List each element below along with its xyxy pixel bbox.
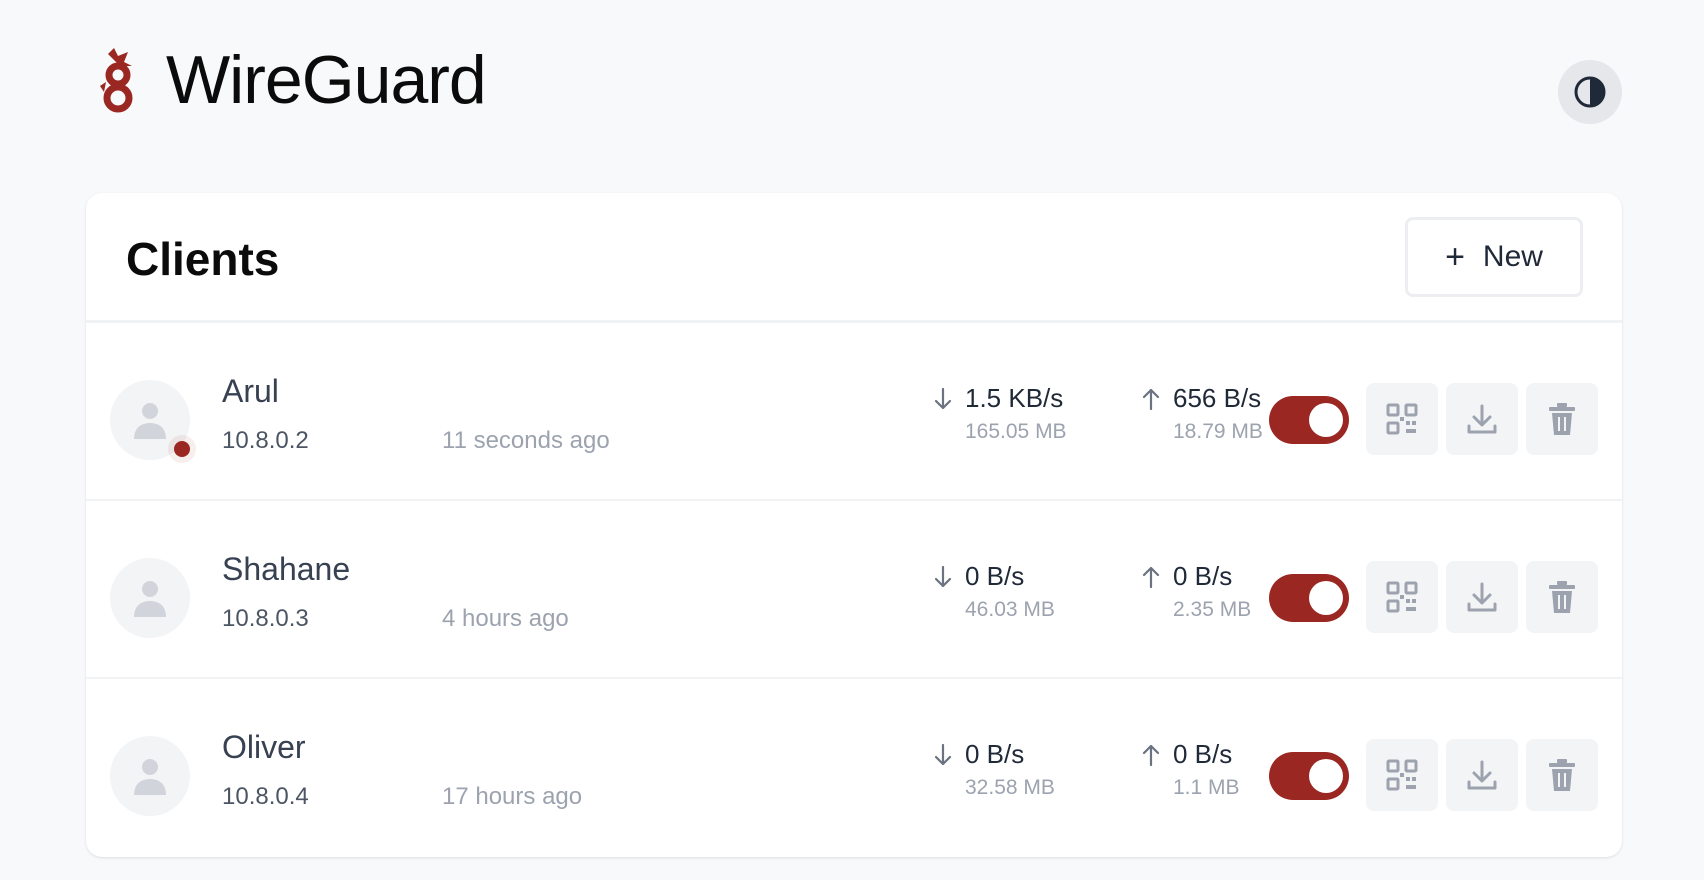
upload-total: 2.35 MB — [1173, 598, 1252, 621]
upload-total: 1.1 MB — [1173, 776, 1240, 799]
arrow-up-icon — [1142, 388, 1160, 411]
client-row: Arul 10.8.0.2 11 seconds ago 1.5 KB/s 16… — [86, 323, 1622, 501]
app-title: WireGuard — [166, 42, 487, 118]
qr-code-icon — [1386, 403, 1418, 435]
user-icon — [134, 403, 166, 439]
show-qr-button[interactable] — [1366, 561, 1438, 633]
client-last-seen: 17 hours ago — [442, 783, 583, 810]
contrast-icon — [1574, 76, 1606, 108]
arrow-down-icon — [934, 387, 952, 410]
client-name[interactable]: Shahane — [222, 549, 350, 589]
clients-card: Clients + New Arul 10.8.0.2 11 seconds a… — [86, 193, 1622, 857]
user-icon — [134, 581, 166, 617]
toggle-knob — [1309, 759, 1343, 793]
show-qr-button[interactable] — [1366, 739, 1438, 811]
new-client-button[interactable]: + New — [1405, 217, 1583, 297]
arrow-up-icon — [1142, 566, 1160, 589]
delete-client-button[interactable] — [1526, 383, 1598, 455]
download-config-button[interactable] — [1446, 739, 1518, 811]
client-enable-toggle[interactable] — [1269, 752, 1349, 800]
show-qr-button[interactable] — [1366, 383, 1438, 455]
app-header: WireGuard — [0, 0, 1704, 180]
arrow-up-icon — [1142, 744, 1160, 767]
client-address[interactable]: 10.8.0.3 — [222, 604, 309, 634]
trash-icon — [1549, 581, 1575, 613]
download-icon — [1467, 582, 1497, 612]
download-total: 165.05 MB — [965, 420, 1067, 443]
download-config-button[interactable] — [1446, 383, 1518, 455]
download-stat: 0 B/s 32.58 MB — [933, 737, 1113, 807]
download-stat: 1.5 KB/s 165.05 MB — [933, 381, 1113, 451]
client-name[interactable]: Arul — [222, 371, 279, 411]
clients-card-header: Clients + New — [86, 193, 1622, 323]
client-enable-toggle[interactable] — [1269, 574, 1349, 622]
download-stat: 0 B/s 46.03 MB — [933, 559, 1113, 629]
trash-icon — [1549, 759, 1575, 791]
arrow-down-icon — [934, 565, 952, 588]
download-icon — [1467, 404, 1497, 434]
download-rate: 0 B/s — [965, 561, 1025, 591]
client-last-seen: 11 seconds ago — [442, 427, 610, 454]
upload-rate: 0 B/s — [1173, 561, 1233, 591]
toggle-knob — [1309, 403, 1343, 437]
client-enable-toggle[interactable] — [1269, 396, 1349, 444]
download-total: 32.58 MB — [965, 776, 1055, 799]
client-last-seen: 4 hours ago — [442, 605, 569, 632]
qr-code-icon — [1386, 581, 1418, 613]
theme-toggle-button[interactable] — [1558, 60, 1622, 124]
trash-icon — [1549, 403, 1575, 435]
delete-client-button[interactable] — [1526, 561, 1598, 633]
download-rate: 1.5 KB/s — [965, 383, 1064, 413]
new-button-label: New — [1482, 240, 1543, 273]
avatar — [110, 558, 190, 638]
download-config-button[interactable] — [1446, 561, 1518, 633]
arrow-down-icon — [934, 743, 952, 766]
client-row: Shahane 10.8.0.3 4 hours ago 0 B/s 46.03… — [86, 501, 1622, 679]
client-address[interactable]: 10.8.0.4 — [222, 782, 309, 812]
toggle-knob — [1309, 581, 1343, 615]
delete-client-button[interactable] — [1526, 739, 1598, 811]
upload-rate: 656 B/s — [1173, 383, 1262, 413]
user-icon — [134, 759, 166, 795]
upload-rate: 0 B/s — [1173, 739, 1233, 769]
download-rate: 0 B/s — [965, 739, 1025, 769]
online-indicator — [174, 441, 190, 457]
client-address[interactable]: 10.8.0.2 — [222, 426, 309, 456]
client-row: Oliver 10.8.0.4 17 hours ago 0 B/s 32.58… — [86, 679, 1622, 857]
download-total: 46.03 MB — [965, 598, 1055, 621]
client-name[interactable]: Oliver — [222, 727, 306, 767]
download-icon — [1467, 760, 1497, 790]
avatar — [110, 736, 190, 816]
upload-total: 18.79 MB — [1173, 420, 1263, 443]
plus-icon: + — [1445, 238, 1465, 276]
wireguard-logo-icon — [100, 48, 133, 113]
qr-code-icon — [1386, 759, 1418, 791]
clients-title: Clients — [126, 233, 280, 285]
